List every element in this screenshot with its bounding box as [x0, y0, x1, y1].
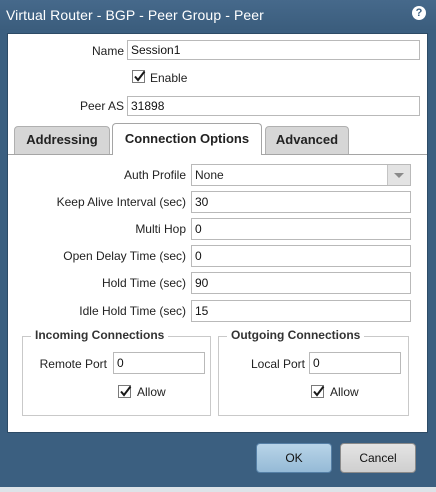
- dialog-body: Name Enable Peer AS Addressing Connectio…: [7, 33, 428, 433]
- outgoing-connections-group: Outgoing Connections Local Port Allow: [218, 328, 409, 416]
- incoming-allow-checkbox[interactable]: [118, 385, 132, 398]
- keep-alive-label: Keep Alive Interval (sec): [56, 195, 186, 209]
- checkmark-icon: [134, 70, 146, 82]
- auth-profile-value: None: [195, 168, 224, 182]
- auth-profile-select[interactable]: None: [191, 164, 411, 186]
- local-port-input[interactable]: [309, 352, 401, 374]
- outgoing-allow-label: Allow: [330, 385, 359, 399]
- title-bar[interactable]: Virtual Router - BGP - Peer Group - Peer…: [0, 0, 436, 30]
- tab-advanced[interactable]: Advanced: [265, 126, 349, 154]
- cancel-button[interactable]: Cancel: [340, 443, 416, 473]
- hold-time-label: Hold Time (sec): [101, 276, 186, 290]
- keep-alive-input[interactable]: [191, 191, 411, 213]
- outgoing-allow-checkbox[interactable]: [311, 385, 325, 398]
- ok-button[interactable]: OK: [256, 443, 332, 473]
- open-delay-label: Open Delay Time (sec): [63, 249, 186, 263]
- peer-as-input[interactable]: [127, 96, 420, 116]
- enable-label: Enable: [150, 71, 188, 85]
- enable-checkbox[interactable]: [132, 70, 146, 83]
- hold-time-input[interactable]: [191, 272, 411, 294]
- footer-strip: [0, 487, 436, 492]
- help-icon[interactable]: ?: [412, 6, 426, 20]
- idle-hold-input[interactable]: [191, 300, 411, 322]
- name-label: Name: [91, 44, 124, 58]
- peer-as-label: Peer AS: [79, 99, 124, 113]
- remote-port-label: Remote Port: [39, 357, 107, 371]
- open-delay-input[interactable]: [191, 245, 411, 267]
- incoming-connections-group: Incoming Connections Remote Port Allow: [22, 328, 211, 416]
- incoming-connections-title: Incoming Connections: [31, 328, 169, 342]
- dialog-title: Virtual Router - BGP - Peer Group - Peer: [6, 7, 264, 23]
- auth-profile-label: Auth Profile: [123, 168, 186, 182]
- chevron-down-icon[interactable]: [387, 165, 410, 185]
- checkmark-icon: [120, 385, 132, 397]
- name-input[interactable]: [127, 40, 420, 60]
- tab-addressing[interactable]: Addressing: [14, 126, 110, 154]
- peer-dialog: Virtual Router - BGP - Peer Group - Peer…: [0, 0, 436, 492]
- checkmark-icon: [313, 385, 325, 397]
- multi-hop-input[interactable]: [191, 218, 411, 240]
- outgoing-connections-title: Outgoing Connections: [227, 328, 365, 342]
- incoming-allow-label: Allow: [137, 385, 166, 399]
- idle-hold-label: Idle Hold Time (sec): [79, 304, 186, 318]
- remote-port-input[interactable]: [113, 352, 205, 374]
- multi-hop-label: Multi Hop: [135, 222, 186, 236]
- local-port-label: Local Port: [250, 357, 305, 371]
- tab-connection-options[interactable]: Connection Options: [112, 123, 262, 155]
